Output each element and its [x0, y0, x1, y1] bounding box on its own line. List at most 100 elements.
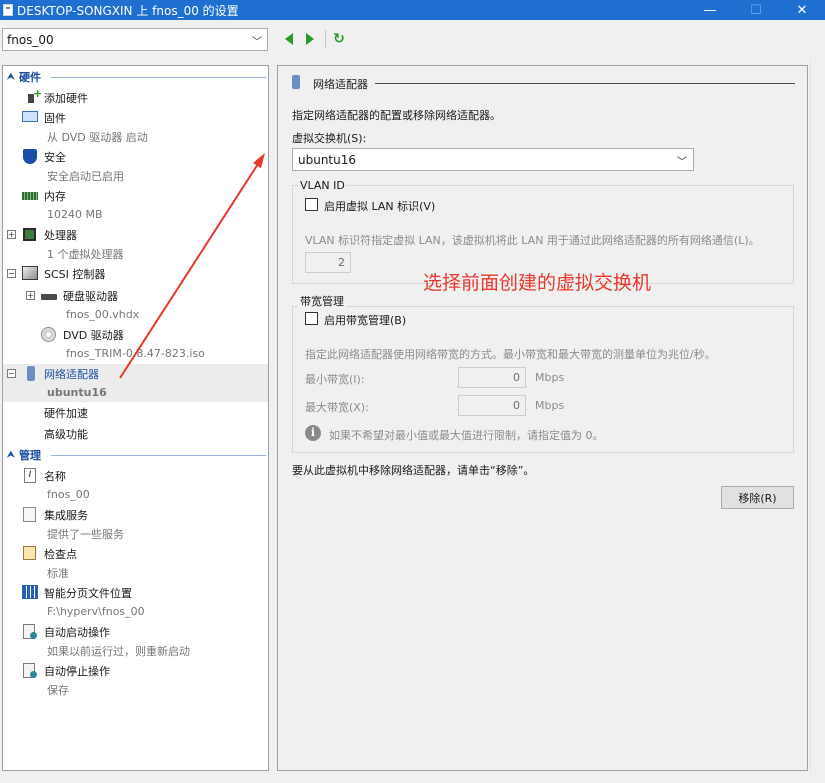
- tree-item-label: 硬盘驱动器: [63, 289, 118, 303]
- tree-item-add-hardware[interactable]: 添加硬件: [3, 87, 268, 107]
- forward-arrow-icon: [306, 33, 314, 45]
- minimize-button[interactable]: —: [687, 0, 733, 20]
- tree-item-processor[interactable]: + 处理器: [3, 225, 268, 244]
- tree-item-sublabel: 从 DVD 驱动器 启动: [47, 130, 148, 144]
- close-button[interactable]: ✕: [779, 0, 825, 20]
- tree-item-sublabel: 10240 MB: [47, 208, 103, 221]
- tree-item-network-adapter-detail[interactable]: ubuntu16: [3, 383, 268, 402]
- smart-paging-icon: [22, 585, 38, 599]
- bandwidth-info-text: 如果不希望对最小值或最大值进行限制，请指定值为 0。: [329, 429, 604, 442]
- vm-select-dropdown[interactable]: fnos_00 ﹀: [2, 28, 268, 51]
- auto-start-icon: [23, 624, 37, 639]
- tree-item-label: 安全: [44, 150, 66, 164]
- vswitch-value: ubuntu16: [298, 152, 357, 167]
- hard-drive-icon: [41, 294, 57, 300]
- tree-item-security[interactable]: 安全: [3, 147, 268, 166]
- tree-item-advanced-features[interactable]: 高级功能: [3, 424, 268, 443]
- collapse-icon: ⮝: [7, 450, 15, 460]
- window-title: DESKTOP-SONGXIN 上 fnos_00 的设置: [17, 3, 239, 18]
- tree-item-network-adapter[interactable]: − 网络适配器: [3, 364, 268, 383]
- remove-hint: 要从此虚拟机中移除网络适配器，请单击“移除”。: [292, 464, 535, 477]
- tree-item-label: 网络适配器: [44, 367, 99, 381]
- collapse-tree-icon[interactable]: −: [7, 269, 16, 278]
- panel-description: 指定网络适配器的配置或移除网络适配器。: [292, 109, 501, 122]
- processor-icon: [23, 228, 36, 241]
- network-adapter-settings-panel: 网络适配器 指定网络适配器的配置或移除网络适配器。 虚拟交换机(S): ubun…: [277, 65, 808, 771]
- bandwidth-checkbox[interactable]: [305, 312, 318, 325]
- section-header-hardware[interactable]: ⮝ 硬件: [3, 68, 268, 86]
- tree-item-firmware[interactable]: 固件: [3, 108, 268, 127]
- tree-item-hardware-acceleration[interactable]: 硬件加速: [3, 403, 268, 422]
- tree-item-memory[interactable]: 内存: [3, 186, 268, 205]
- dvd-disc-icon: [41, 327, 56, 342]
- max-bandwidth-input[interactable]: 0: [458, 395, 526, 416]
- tree-item-security-detail: 安全启动已启用: [3, 166, 268, 185]
- max-bandwidth-unit: Mbps: [535, 399, 565, 412]
- name-icon: I: [24, 468, 36, 483]
- tree-item-auto-stop[interactable]: 自动停止操作: [3, 661, 268, 680]
- max-bandwidth-value: 0: [513, 399, 520, 412]
- tree-item-label: 处理器: [44, 228, 77, 242]
- tree-item-checkpoints[interactable]: 检查点: [3, 544, 268, 563]
- tree-item-label: 内存: [44, 189, 66, 203]
- tree-item-label: SCSI 控制器: [44, 267, 106, 281]
- refresh-button[interactable]: ↻: [331, 30, 347, 48]
- tree-item-dvd-drive[interactable]: DVD 驱动器: [3, 325, 268, 344]
- header-divider: [375, 83, 795, 84]
- settings-document-icon: [3, 4, 13, 16]
- refresh-icon: ↻: [333, 31, 345, 47]
- vlan-checkbox[interactable]: [305, 198, 318, 211]
- tree-item-checkpoints-detail: 标准: [3, 563, 268, 582]
- tree-item-auto-start[interactable]: 自动启动操作: [3, 622, 268, 641]
- tree-item-label: 高级功能: [44, 427, 88, 441]
- vlan-id-value: 2: [338, 256, 345, 269]
- info-icon: i: [305, 425, 321, 441]
- tree-item-sublabel: 保存: [47, 683, 69, 697]
- tree-item-label: 集成服务: [44, 508, 88, 522]
- min-bandwidth-input[interactable]: 0: [458, 367, 526, 388]
- maximize-button[interactable]: ☐: [733, 0, 779, 20]
- vm-select-value: fnos_00: [7, 32, 54, 47]
- tree-item-sublabel: 提供了一些服务: [47, 527, 124, 541]
- chevron-down-icon: ﹀: [677, 157, 687, 168]
- tree-item-hard-drive[interactable]: + 硬盘驱动器: [3, 286, 268, 305]
- tree-item-sublabel: 标准: [47, 566, 69, 580]
- remove-button[interactable]: 移除(R): [721, 486, 794, 509]
- tree-item-label: 智能分页文件位置: [44, 586, 132, 600]
- forward-button[interactable]: [302, 30, 318, 48]
- back-button[interactable]: [281, 30, 297, 48]
- panel-header-title: 网络适配器: [313, 78, 368, 91]
- tree-item-smart-paging-detail: F:\hyperv\fnos_00: [3, 602, 268, 621]
- tree-item-integration-detail: 提供了一些服务: [3, 524, 268, 543]
- scsi-controller-icon: [22, 266, 38, 280]
- min-bandwidth-unit: Mbps: [535, 371, 565, 384]
- bottom-edge: [0, 772, 825, 783]
- checkpoint-icon: [23, 546, 36, 560]
- pane-splitter[interactable]: [270, 60, 276, 783]
- tree-item-sublabel: fnos_00.vhdx: [66, 308, 140, 321]
- vlan-id-input[interactable]: 2: [305, 252, 351, 273]
- tree-item-integration-services[interactable]: 集成服务: [3, 505, 268, 524]
- tree-item-auto-start-detail: 如果以前运行过，则重新启动: [3, 641, 268, 660]
- expand-icon[interactable]: +: [7, 230, 16, 239]
- toolbar-separator: [325, 30, 326, 48]
- network-adapter-icon: [292, 75, 300, 89]
- section-header-management[interactable]: ⮝ 管理: [3, 446, 268, 464]
- section-management-label: 管理: [19, 449, 41, 462]
- min-bandwidth-value: 0: [513, 371, 520, 384]
- vlan-checkbox-label: 启用虚拟 LAN 标识(V): [324, 200, 436, 213]
- tree-item-smart-paging[interactable]: 智能分页文件位置: [3, 583, 268, 602]
- tree-item-scsi[interactable]: − SCSI 控制器: [3, 264, 268, 283]
- expand-icon[interactable]: +: [26, 291, 35, 300]
- tree-item-auto-stop-detail: 保存: [3, 680, 268, 699]
- tree-item-name[interactable]: I 名称: [3, 466, 268, 485]
- collapse-tree-icon[interactable]: −: [7, 369, 16, 378]
- add-hardware-icon: [25, 87, 42, 105]
- network-adapter-icon: [27, 366, 35, 381]
- annotation-text: 选择前面创建的虚拟交换机: [423, 272, 652, 294]
- vlan-group-title: VLAN ID: [298, 179, 347, 192]
- section-hardware-label: 硬件: [19, 71, 41, 84]
- tree-item-sublabel: fnos_00: [47, 488, 90, 501]
- min-bandwidth-label: 最小带宽(I):: [305, 373, 365, 386]
- vswitch-dropdown[interactable]: ubuntu16 ﹀: [292, 148, 694, 171]
